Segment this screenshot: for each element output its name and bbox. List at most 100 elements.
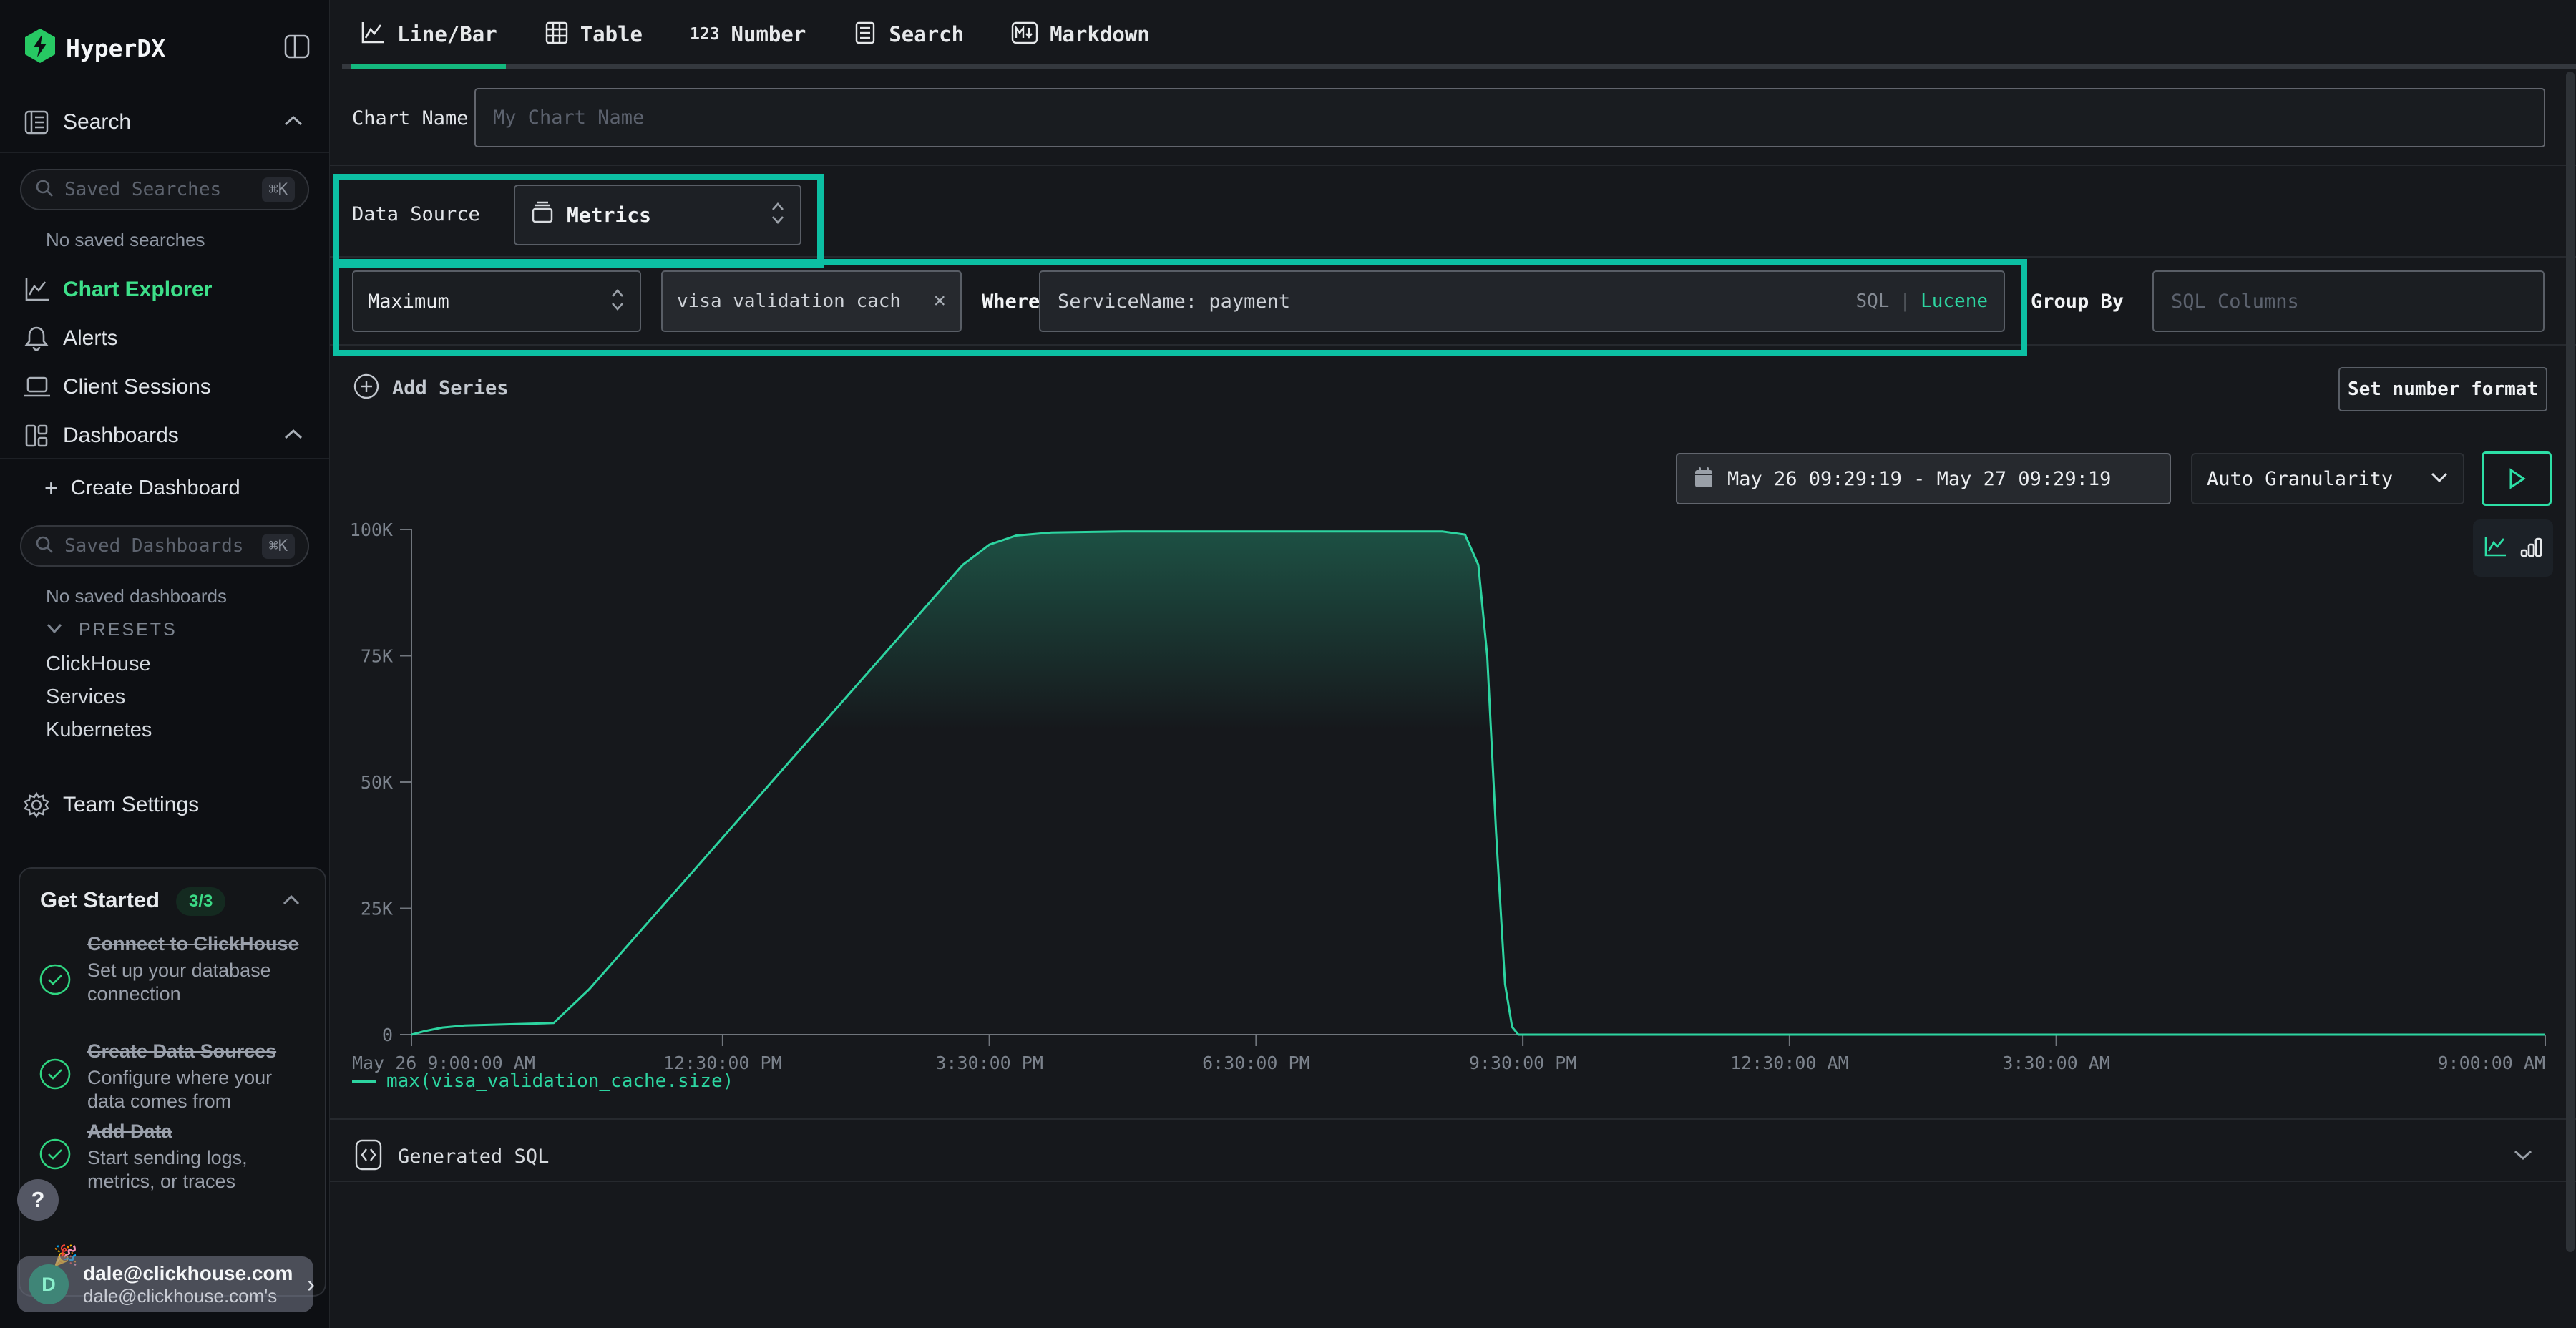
user-email: dale@clickhouse.com xyxy=(83,1262,293,1285)
chart-legend[interactable]: max(visa_validation_cache.size) xyxy=(352,1070,733,1092)
tab-label: Markdown xyxy=(1050,22,1150,47)
hyperdx-logo-icon[interactable] xyxy=(24,29,56,67)
date-range-value: May 26 09:29:19 - May 27 09:29:19 xyxy=(1727,468,2111,490)
date-range-picker[interactable]: May 26 09:29:19 - May 27 09:29:19 xyxy=(1676,453,2171,504)
archive-box-icon xyxy=(530,200,555,230)
sidebar-section-search[interactable]: Search xyxy=(0,102,329,143)
magnifier-icon xyxy=(34,534,54,558)
code-icon xyxy=(352,1136,385,1177)
preset-item-services[interactable]: Services xyxy=(46,685,125,709)
presets-header: PRESETS xyxy=(79,620,177,640)
preset-item-kubernetes[interactable]: Kubernetes xyxy=(46,718,152,742)
collapse-sidebar-icon[interactable] xyxy=(283,33,311,64)
tab-label: Table xyxy=(580,22,643,47)
saved-searches-placeholder: Saved Searches xyxy=(64,179,262,200)
get-started-panel: Get Started 3/3 Connect to ClickHouse Se… xyxy=(19,867,326,1297)
search-section-icon xyxy=(23,109,63,136)
get-started-item-title: Connect to ClickHouse xyxy=(87,932,309,956)
tab-label: Search xyxy=(889,22,964,47)
group-by-input[interactable] xyxy=(2170,290,2527,313)
laptop-icon xyxy=(23,374,63,400)
chevron-right-icon: › xyxy=(307,1271,315,1299)
generated-sql-label: Generated SQL xyxy=(398,1146,549,1168)
svg-text:6:30:00 PM: 6:30:00 PM xyxy=(1202,1053,1310,1073)
chevron-down-icon xyxy=(2430,471,2449,487)
sidebar-section-dashboards[interactable]: Dashboards xyxy=(0,415,329,456)
no-saved-searches-text: No saved searches xyxy=(46,229,205,251)
presets-toggle[interactable]: PRESETS xyxy=(46,620,177,640)
tab-table[interactable]: Table xyxy=(536,0,651,69)
tab-number[interactable]: 123 Number xyxy=(681,0,814,69)
get-started-item-desc: Start sending logs, metrics, or traces xyxy=(87,1146,309,1193)
123-icon: 123 xyxy=(690,25,720,44)
dashboards-icon xyxy=(23,422,63,449)
aggregation-select[interactable]: Maximum xyxy=(352,270,641,332)
svg-text:50K: 50K xyxy=(361,772,393,793)
add-series-button[interactable]: Add Series xyxy=(352,372,509,404)
divider xyxy=(330,1118,2576,1120)
plus-circle-icon xyxy=(352,372,381,404)
svg-text:3:30:00 PM: 3:30:00 PM xyxy=(935,1053,1043,1073)
sidebar: HyperDX Search xyxy=(0,0,330,1328)
get-started-item[interactable]: Add Data Start sending logs, metrics, or… xyxy=(39,1119,309,1193)
help-button[interactable]: ? xyxy=(17,1179,59,1221)
magnifier-icon xyxy=(34,178,54,202)
tab-markdown[interactable]: Markdown xyxy=(1002,0,1158,69)
run-query-button[interactable] xyxy=(2482,451,2552,506)
aggregation-value: Maximum xyxy=(368,290,449,313)
set-number-format-button[interactable]: Set number format xyxy=(2338,367,2547,411)
where-label: Where xyxy=(982,290,1040,313)
shortcut-badge: ⌘K xyxy=(262,534,296,559)
check-circle-icon xyxy=(39,1058,72,1113)
line-chart-icon xyxy=(360,21,386,49)
shortcut-badge: ⌘K xyxy=(262,177,296,202)
legend-swatch xyxy=(352,1080,376,1083)
get-started-item[interactable]: Connect to ClickHouse Set up your databa… xyxy=(39,932,309,1006)
granularity-select[interactable]: Auto Granularity xyxy=(2191,453,2464,504)
divider xyxy=(330,344,2576,346)
svg-text:12:30:00 AM: 12:30:00 AM xyxy=(1730,1053,1849,1073)
where-input[interactable] xyxy=(1056,290,1847,313)
chevron-up-icon xyxy=(283,114,303,131)
avatar: D xyxy=(29,1264,69,1304)
sidebar-item-chart-explorer[interactable]: Chart Explorer xyxy=(0,269,329,311)
chevron-up-icon[interactable] xyxy=(282,894,301,909)
chart-explorer-icon xyxy=(23,276,63,303)
tab-search[interactable]: Search xyxy=(844,0,972,69)
tab-label: Line/Bar xyxy=(397,22,497,47)
get-started-item[interactable]: Create Data Sources Configure where your… xyxy=(39,1039,309,1113)
timeseries-chart[interactable]: 025K50K75K100KMay 26 9:00:00 AM12:30:00 … xyxy=(351,514,2555,1079)
saved-searches-input[interactable]: Saved Searches ⌘K xyxy=(20,169,309,210)
data-source-value: Metrics xyxy=(567,203,651,227)
group-by-field[interactable] xyxy=(2152,270,2545,332)
tab-line-bar[interactable]: Line/Bar xyxy=(351,0,506,69)
preset-item-clickhouse[interactable]: ClickHouse xyxy=(46,653,151,676)
sidebar-item-team-settings[interactable]: Team Settings xyxy=(0,784,329,826)
data-source-select[interactable]: Metrics xyxy=(514,185,801,245)
vertical-scrollbar[interactable] xyxy=(2566,72,2575,1252)
sql-mode-toggle[interactable]: SQL xyxy=(1855,290,1889,312)
lucene-mode-toggle[interactable]: Lucene xyxy=(1921,290,1988,312)
sidebar-item-alerts[interactable]: Alerts xyxy=(0,318,329,359)
chart-name-field[interactable] xyxy=(474,88,2545,147)
sidebar-section-label: Search xyxy=(63,110,131,135)
saved-dashboards-placeholder: Saved Dashboards xyxy=(64,535,262,557)
play-icon xyxy=(2507,468,2526,489)
sidebar-item-client-sessions[interactable]: Client Sessions xyxy=(0,366,329,408)
brand-title: HyperDX xyxy=(66,34,165,62)
metric-chip[interactable]: visa_validation_cach × xyxy=(661,270,962,332)
chart-name-input[interactable] xyxy=(492,106,2528,130)
divider xyxy=(330,256,2576,258)
sidebar-item-label: Client Sessions xyxy=(63,375,211,399)
divider xyxy=(330,165,2576,166)
tab-label: Number xyxy=(731,22,806,47)
select-chevrons-icon xyxy=(770,201,786,229)
where-field[interactable]: SQL | Lucene xyxy=(1039,270,2005,332)
generated-sql-toggle[interactable]: Generated SQL xyxy=(352,1133,2547,1180)
saved-dashboards-input[interactable]: Saved Dashboards ⌘K xyxy=(20,525,309,567)
user-menu[interactable]: D dale@clickhouse.com dale@clickhouse.co… xyxy=(17,1256,313,1312)
add-series-label: Add Series xyxy=(392,377,509,399)
close-icon[interactable]: × xyxy=(933,289,946,313)
create-dashboard-button[interactable]: + Create Dashboard xyxy=(0,469,329,507)
create-dashboard-label: Create Dashboard xyxy=(71,477,240,500)
